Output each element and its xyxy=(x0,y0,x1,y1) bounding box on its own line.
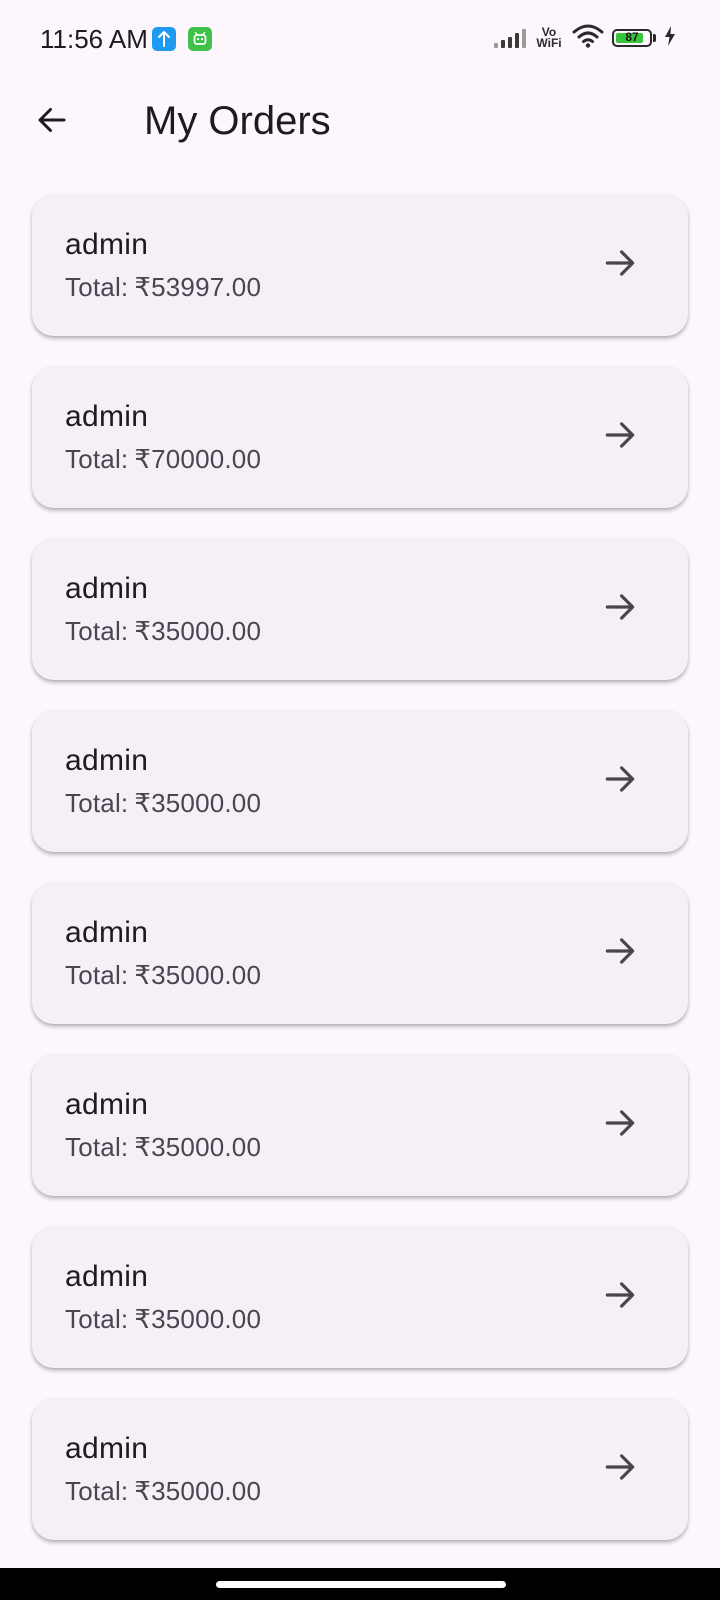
order-customer-name: admin xyxy=(65,1432,149,1465)
order-list: admin Total: ₹53997.00 admin Total: ₹70000… xyxy=(32,194,688,1570)
android-robot-icon xyxy=(188,27,212,51)
order-customer-name: admin xyxy=(65,228,149,261)
wifi-icon xyxy=(572,23,604,54)
open-order-button[interactable] xyxy=(592,409,648,465)
charging-bolt-icon xyxy=(664,25,676,51)
status-time: 11:56 AM xyxy=(40,24,148,54)
battery-percent: 87 xyxy=(625,30,639,44)
order-total-label: Total: xyxy=(65,1132,129,1162)
battery-icon: 87 xyxy=(612,29,652,47)
open-order-button[interactable] xyxy=(592,237,648,293)
back-button[interactable] xyxy=(24,94,80,150)
order-total: Total: ₹35000.00 xyxy=(65,1476,261,1506)
status-bar: 11:56 AM Vo WiFi 87 xyxy=(0,0,720,78)
order-total: Total: ₹35000.00 xyxy=(65,616,261,646)
order-total-value: ₹35000.00 xyxy=(134,1132,262,1162)
order-total-value: ₹35000.00 xyxy=(134,1476,262,1506)
order-card[interactable]: admin Total: ₹35000.00 xyxy=(32,710,688,852)
order-total-value: ₹70000.00 xyxy=(134,444,262,474)
upload-arrow-icon xyxy=(152,27,176,51)
order-customer-name: admin xyxy=(65,572,149,605)
vowifi-icon: Vo WiFi xyxy=(534,26,564,50)
order-total-label: Total: xyxy=(65,272,129,302)
arrow-forward-icon xyxy=(601,932,639,975)
arrow-forward-icon xyxy=(601,1276,639,1319)
arrow-forward-icon xyxy=(601,1104,639,1147)
order-total-label: Total: xyxy=(65,1476,129,1506)
order-total-value: ₹53997.00 xyxy=(134,272,262,302)
open-order-button[interactable] xyxy=(592,753,648,809)
order-total: Total: ₹35000.00 xyxy=(65,960,261,990)
arrow-forward-icon xyxy=(601,588,639,631)
order-card[interactable]: admin Total: ₹70000.00 xyxy=(32,366,688,508)
order-total-label: Total: xyxy=(65,788,129,818)
order-customer-name: admin xyxy=(65,400,149,433)
order-total-value: ₹35000.00 xyxy=(134,788,262,818)
order-total-label: Total: xyxy=(65,616,129,646)
order-card[interactable]: admin Total: ₹35000.00 xyxy=(32,538,688,680)
order-total: Total: ₹53997.00 xyxy=(65,272,261,302)
arrow-back-icon xyxy=(34,102,70,143)
battery-cap xyxy=(653,34,656,42)
status-indicators: Vo WiFi 87 xyxy=(494,22,676,54)
order-card[interactable]: admin Total: ₹35000.00 xyxy=(32,1226,688,1368)
system-navigation-bar xyxy=(0,1568,720,1600)
arrow-forward-icon xyxy=(601,1448,639,1491)
open-order-button[interactable] xyxy=(592,1269,648,1325)
order-total: Total: ₹70000.00 xyxy=(65,444,261,474)
order-total-label: Total: xyxy=(65,444,129,474)
order-total-value: ₹35000.00 xyxy=(134,616,262,646)
order-total: Total: ₹35000.00 xyxy=(65,1132,261,1162)
order-card[interactable]: admin Total: ₹35000.00 xyxy=(32,1398,688,1540)
order-customer-name: admin xyxy=(65,1088,149,1121)
open-order-button[interactable] xyxy=(592,1441,648,1497)
cell-signal-icon xyxy=(494,28,526,48)
order-total: Total: ₹35000.00 xyxy=(65,788,261,818)
arrow-forward-icon xyxy=(601,760,639,803)
order-total-label: Total: xyxy=(65,960,129,990)
order-customer-name: admin xyxy=(65,916,149,949)
app-bar: My Orders xyxy=(0,78,720,166)
order-total: Total: ₹35000.00 xyxy=(65,1304,261,1334)
order-card[interactable]: admin Total: ₹35000.00 xyxy=(32,882,688,1024)
arrow-forward-icon xyxy=(601,416,639,459)
open-order-button[interactable] xyxy=(592,581,648,637)
order-customer-name: admin xyxy=(65,744,149,777)
order-total-value: ₹35000.00 xyxy=(134,1304,262,1334)
order-card[interactable]: admin Total: ₹35000.00 xyxy=(32,1054,688,1196)
order-total-value: ₹35000.00 xyxy=(134,960,262,990)
home-indicator[interactable] xyxy=(216,1581,506,1588)
arrow-forward-icon xyxy=(601,244,639,287)
order-total-label: Total: xyxy=(65,1304,129,1334)
order-card[interactable]: admin Total: ₹53997.00 xyxy=(32,194,688,336)
order-customer-name: admin xyxy=(65,1260,149,1293)
page-title: My Orders xyxy=(144,99,331,143)
vowifi-bottom-text: WiFi xyxy=(536,36,562,50)
open-order-button[interactable] xyxy=(592,925,648,981)
open-order-button[interactable] xyxy=(592,1097,648,1153)
